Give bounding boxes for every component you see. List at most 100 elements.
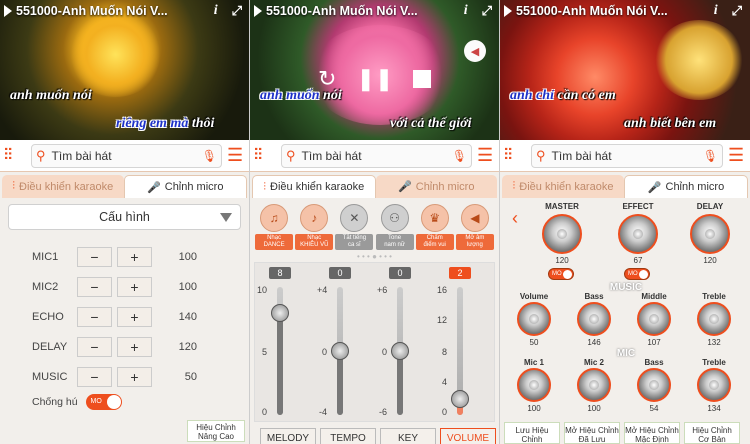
microphone-icon[interactable]: 🎙 [452,149,467,163]
slider-track[interactable] [271,287,289,415]
fullscreen-icon[interactable]: ⤢ [232,3,242,19]
advanced-button-line1: Hiệu Chỉnh [196,423,236,432]
info-icon[interactable]: i [714,3,718,19]
music-volume-knob[interactable] [517,302,551,336]
effect-knob[interactable] [618,214,658,254]
video-player[interactable]: 551000-Anh Muốn Nói V... i ⤢ anh muốn nói… [0,0,249,140]
stop-icon[interactable] [413,70,432,88]
mic-bass-knob[interactable] [637,368,671,402]
tab-karaoke[interactable]: ⫶ Điều khiển karaoke [252,175,376,198]
plus-button[interactable]: + [117,307,152,327]
basic-settings-button[interactable]: Hiệu Chỉnh Cơ Bản [684,422,740,444]
minus-button[interactable]: − [77,367,112,387]
melody-button[interactable]: MELODY [260,428,316,444]
dance-icon: ♫ [260,204,289,232]
effect-label: Nhạc KHIÊU VŨ [295,234,334,250]
open-default-button[interactable]: Mở Hiệu Chỉnh Mặc Định [624,422,680,444]
effect-tone[interactable]: ⚇ Tone nam nữ [375,204,414,250]
slider-value: 2 [449,267,471,279]
mic1-knob[interactable] [517,368,551,402]
tab-micro[interactable]: 🎤 Chỉnh micro [375,175,497,198]
video-title-text: 551000-Anh Muốn Nói V... [266,4,418,18]
search-input[interactable]: ⚲ Tìm bài hát 🎙 [31,143,222,168]
effect-toggle[interactable]: MO [624,268,650,280]
info-icon[interactable]: i [214,3,218,19]
tab-micro[interactable]: 🎤 Chỉnh micro [123,175,247,198]
speaker-icon[interactable]: ◀ [464,40,486,62]
config-select[interactable]: Cấu hình [8,204,241,230]
video-player[interactable]: 551000-Anh Muốn Nói V... i ⤢ anh chỉ cần … [500,0,750,140]
menu-icon[interactable]: ☰ [728,145,746,166]
speaker-icon: ◀ [460,204,489,232]
search-icon: ⚲ [536,147,546,163]
tab-karaoke[interactable]: ⫶ Điều khiển karaoke [2,175,124,198]
effect-volume[interactable]: ◀ Mở âm lượng [455,204,494,250]
minus-button[interactable]: − [77,247,112,267]
knob-area: ‹ MASTER 120 EFFECT 67 DELAY 120 MO MO M… [500,198,750,444]
effect-score[interactable]: ♛ Chấm điểm vui [415,204,454,250]
mic-treble-knob[interactable] [697,368,731,402]
volume-button[interactable]: VOLUME [440,428,496,444]
tab-micro-label: Chỉnh micro [665,181,725,193]
plus-button[interactable]: + [117,367,152,387]
lyric-rest: cần có em [553,88,616,103]
effect-khieu-vu[interactable]: ♪ Nhạc KHIÊU VŨ [295,204,334,250]
fullscreen-icon[interactable]: ⤢ [732,3,742,19]
knob-label: Treble [702,358,726,367]
tab-bar: ⫶ Điều khiển karaoke 🎤 Chỉnh micro [250,172,499,198]
mic2-knob[interactable] [577,368,611,402]
plus-button[interactable]: + [117,337,152,357]
tempo-button[interactable]: TEMPO [320,428,376,444]
effect-label: Mở âm lượng [455,234,494,250]
slider-track[interactable] [391,287,409,415]
search-input[interactable]: ⚲ Tìm bài hát 🎙 [281,143,472,168]
feedback-toggle[interactable]: MO [85,394,122,410]
config-row-echo: ECHO − +140 [8,302,241,332]
effect-buttons: ♫ Nhạc DANCE ♪ Nhạc KHIÊU VŨ ✕ Tắt tiếng ca sĩ… [250,198,499,252]
equalizer-icon[interactable]: ⫶⫶ [254,147,276,165]
key-button[interactable]: KEY [380,428,436,444]
music-middle-knob[interactable] [637,302,671,336]
save-settings-button[interactable]: Lưu Hiệu Chỉnh [504,422,560,444]
plus-button[interactable]: + [117,247,152,267]
master-toggle[interactable]: MO [548,268,574,280]
master-knob[interactable] [542,214,582,254]
music-treble-knob[interactable] [697,302,731,336]
video-title: 551000-Anh Muốn Nói V... [504,4,668,18]
advanced-button[interactable]: Hiệu Chỉnh Nâng Cao [187,420,245,442]
menu-icon[interactable]: ☰ [477,145,495,166]
microphone-icon[interactable]: 🎙 [703,149,718,163]
fullscreen-icon[interactable]: ⤢ [482,3,492,19]
delay-knob[interactable] [690,214,730,254]
search-input[interactable]: ⚲ Tìm bài hát 🎙 [531,143,723,168]
scale-bottom: -4 [318,407,327,417]
plus-button[interactable]: + [117,277,152,297]
equalizer-icon[interactable]: ⫶⫶ [4,147,26,165]
slider-track[interactable] [451,287,469,415]
slider-thumb[interactable] [391,342,409,360]
tab-karaoke[interactable]: ⫶ Điều khiển karaoke [502,175,624,198]
minus-button[interactable]: − [77,277,112,297]
info-icon[interactable]: i [464,3,468,19]
slider-thumb[interactable] [271,303,289,322]
video-player[interactable]: 551000-Anh Muốn Nói V... i ⤢ ◀ ↻ ❚❚ anh mu… [250,0,499,140]
back-arrow-icon[interactable]: ‹ [512,208,518,229]
music-bass-knob[interactable] [577,302,611,336]
pause-icon[interactable]: ❚❚ [356,66,393,92]
button-line2: Chỉnh [521,435,543,444]
slider-thumb[interactable] [451,390,469,408]
slider-thumb[interactable] [331,342,349,360]
slider-fill [277,312,283,415]
equalizer-icon[interactable]: ⫶⫶ [504,147,526,165]
knob-value: 107 [647,338,661,347]
tab-micro[interactable]: 🎤 Chỉnh micro [624,175,748,198]
minus-button[interactable]: − [77,307,112,327]
slider-track[interactable] [331,287,349,415]
effect-dance[interactable]: ♫ Nhạc DANCE [255,204,294,250]
minus-button[interactable]: − [77,337,112,357]
microphone-icon[interactable]: 🎙 [202,149,217,163]
mute-singer-icon: ✕ [340,204,369,232]
effect-mute-singer[interactable]: ✕ Tắt tiếng ca sĩ [335,204,374,250]
open-saved-button[interactable]: Mở Hiệu Chỉnh Đã Lưu [564,422,620,444]
menu-icon[interactable]: ☰ [227,145,245,166]
